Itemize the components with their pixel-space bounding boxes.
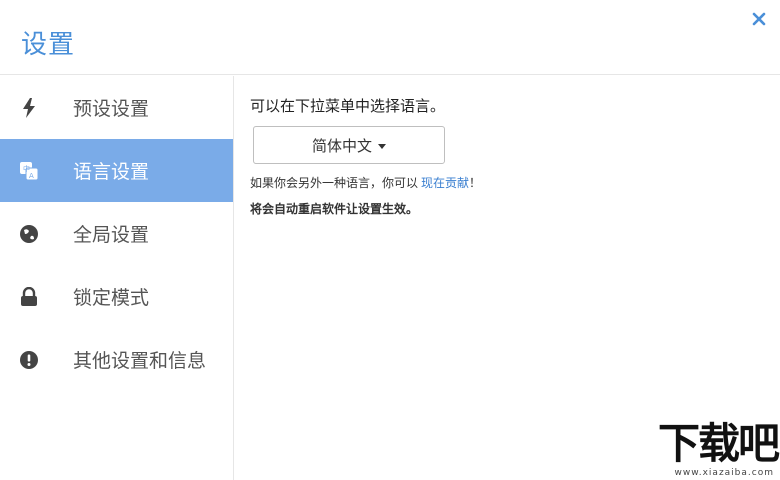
header: 设置 bbox=[0, 0, 780, 75]
sidebar-item-other[interactable]: 其他设置和信息 bbox=[0, 328, 233, 391]
contribute-link[interactable]: 现在贡献 bbox=[421, 176, 469, 190]
lightning-icon bbox=[19, 97, 39, 118]
hint-text: 如果你会另外一种语言，你可以 bbox=[250, 176, 419, 190]
globe-icon bbox=[19, 224, 39, 244]
page-title: 设置 bbox=[21, 30, 76, 60]
sidebar-item-label: 锁定模式 bbox=[73, 287, 150, 309]
watermark-text: 下载吧 bbox=[657, 419, 780, 468]
language-select-value: 简体中文 bbox=[311, 136, 372, 155]
translate-icon: 中 A bbox=[19, 161, 39, 181]
chevron-down-icon bbox=[378, 143, 386, 149]
svg-text:A: A bbox=[29, 172, 34, 180]
watermark-logo: 下载吧 www.xiazaiba.com bbox=[642, 419, 780, 479]
watermark-url: www.xiazaiba.com bbox=[674, 468, 774, 478]
sidebar: 预设设置 中 A 语言设置 全局设置 锁定模式 其他设置和信息 bbox=[0, 76, 234, 480]
language-select[interactable]: 简体中文 bbox=[253, 126, 445, 164]
sidebar-item-language[interactable]: 中 A 语言设置 bbox=[0, 139, 233, 202]
sidebar-item-global[interactable]: 全局设置 bbox=[0, 202, 233, 265]
language-panel: 可以在下拉菜单中选择语言。 简体中文 如果你会另外一种语言，你可以 现在贡献！ 将… bbox=[250, 95, 770, 217]
sidebar-item-lock[interactable]: 锁定模式 bbox=[0, 265, 233, 328]
language-prompt: 可以在下拉菜单中选择语言。 bbox=[250, 97, 446, 115]
close-icon[interactable] bbox=[750, 10, 768, 28]
sidebar-item-label: 预设设置 bbox=[73, 98, 150, 120]
sidebar-item-label: 其他设置和信息 bbox=[73, 350, 207, 372]
sidebar-item-label: 语言设置 bbox=[73, 161, 150, 183]
sidebar-item-label: 全局设置 bbox=[73, 224, 150, 246]
lock-icon bbox=[19, 286, 39, 307]
restart-note: 将会自动重启软件让设置生效。 bbox=[250, 202, 419, 216]
hint-suffix: ！ bbox=[469, 176, 482, 190]
contribute-hint: 如果你会另外一种语言，你可以 现在贡献！ bbox=[250, 174, 770, 191]
sidebar-item-presets[interactable]: 预设设置 bbox=[0, 76, 233, 139]
info-icon bbox=[19, 350, 39, 370]
